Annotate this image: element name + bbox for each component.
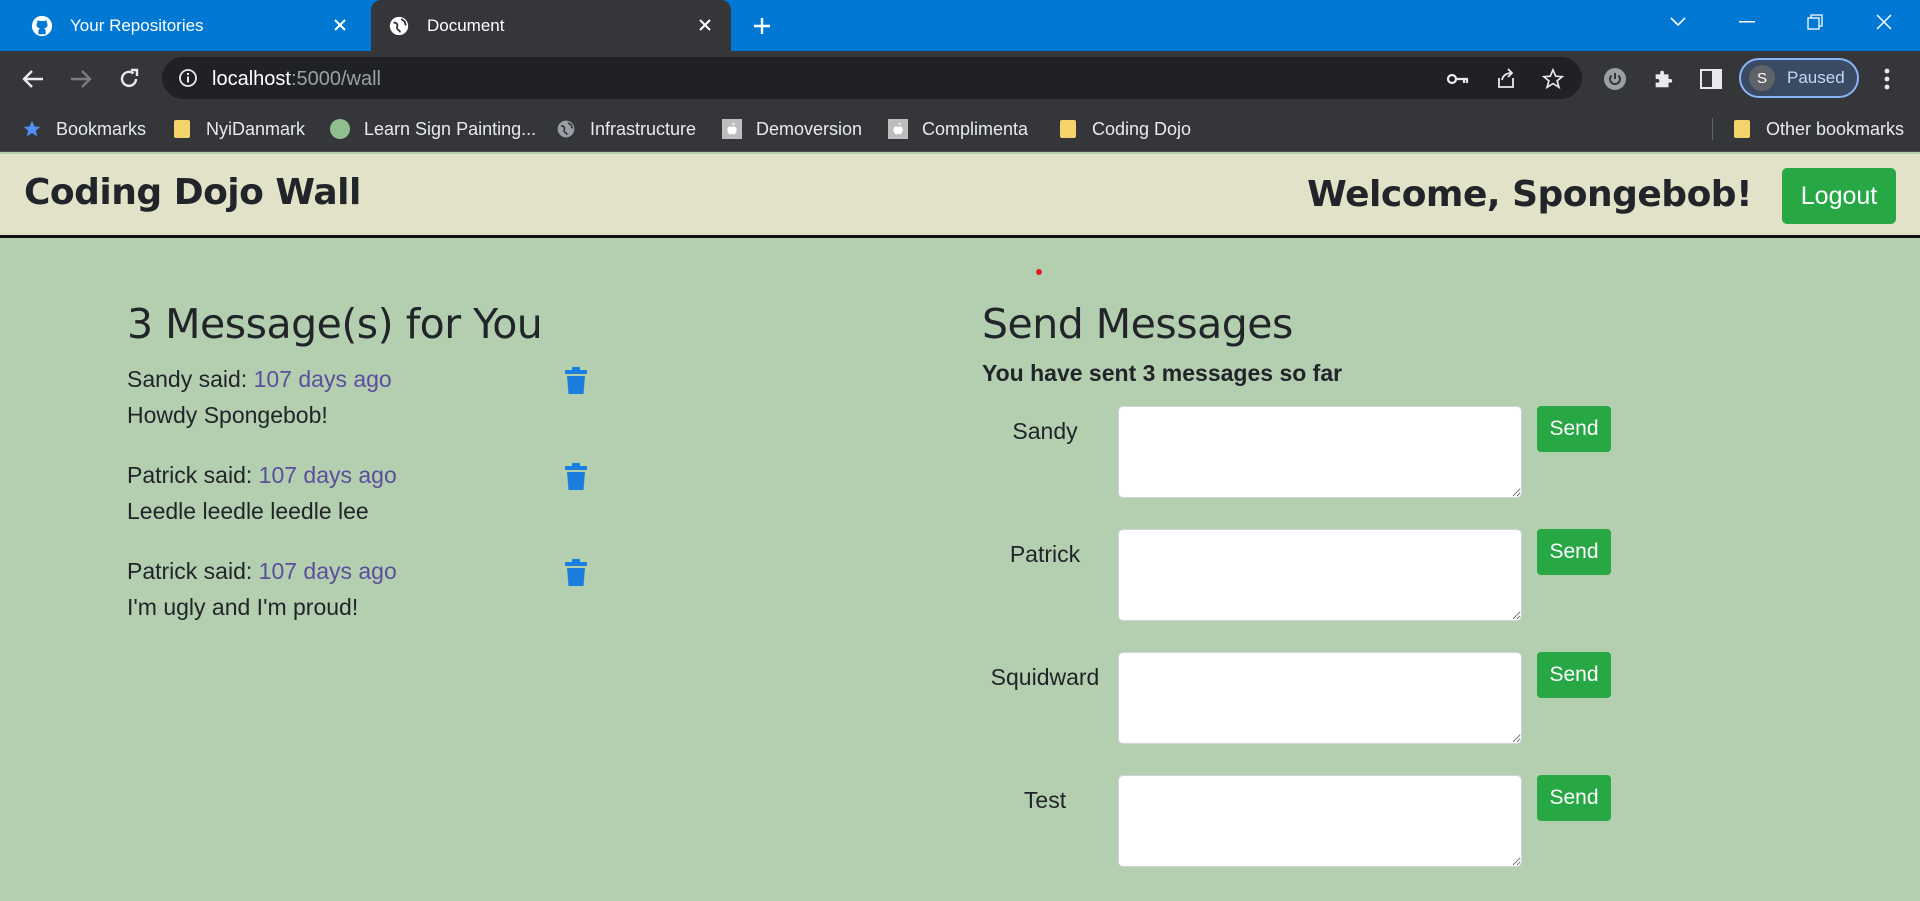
message-time: 107 days ago <box>258 558 397 584</box>
trash-icon[interactable] <box>560 364 592 398</box>
message-sender: Patrick said: <box>127 462 259 488</box>
message-item: Patrick said: 107 days ago Leedle leedle… <box>127 456 607 552</box>
message-item: Patrick said: 107 days ago I'm ugly and … <box>127 552 607 648</box>
close-window-icon[interactable] <box>1864 8 1904 36</box>
recipient-name: Squidward <box>990 664 1100 690</box>
kebab-menu-icon[interactable] <box>1872 64 1902 94</box>
url-text: localhost:5000/wall <box>212 68 381 90</box>
bookmark-demoversion[interactable]: Demoversion <box>722 114 862 144</box>
tab-title: Your Repositories <box>70 15 204 35</box>
message-textarea[interactable] <box>1118 406 1522 498</box>
back-arrow-icon[interactable] <box>18 64 48 94</box>
message-textarea[interactable] <box>1118 529 1522 621</box>
folder-icon <box>172 119 192 139</box>
browser-toolbar: localhost:5000/wall S Paused <box>0 51 1920 106</box>
bookmark-learn-sign-painting[interactable]: Learn Sign Painting... <box>330 114 536 144</box>
message-sender: Sandy said: <box>127 366 254 392</box>
message-time: 107 days ago <box>253 366 392 392</box>
tab-your-repositories[interactable]: Your Repositories <box>14 0 366 51</box>
puzzle-extensions-icon[interactable] <box>1648 64 1678 94</box>
message-text: I'm ugly and I'm proud! <box>127 594 359 620</box>
recipient-name: Sandy <box>1012 418 1078 444</box>
star-icon[interactable] <box>1540 66 1566 92</box>
app-header: Coding Dojo Wall Welcome, Spongebob! Log… <box>0 154 1920 238</box>
recipient-name: Test <box>1023 787 1067 813</box>
circle-icon <box>330 119 350 139</box>
reload-icon[interactable] <box>114 64 144 94</box>
apple-icon <box>722 119 742 139</box>
restore-icon[interactable] <box>1795 8 1835 36</box>
message-time: 107 days ago <box>258 462 397 488</box>
recipient-row: Test Send <box>982 775 1742 898</box>
message-textarea[interactable] <box>1118 652 1522 744</box>
new-tab-plus-icon[interactable] <box>748 12 776 40</box>
extension-power-icon[interactable] <box>1600 64 1630 94</box>
inbox-title: 3 Message(s) for You <box>127 300 543 348</box>
folder-icon <box>1732 119 1752 139</box>
recipient-row: Patrick Send <box>982 529 1742 652</box>
info-icon[interactable] <box>176 66 200 90</box>
cursor-dot <box>1036 269 1042 275</box>
bookmarks-separator <box>1712 118 1713 140</box>
bookmark-bookmarks[interactable]: Bookmarks <box>22 114 146 144</box>
tab-strip: Your Repositories Document <box>0 0 1920 51</box>
sent-count: You have sent 3 messages so far <box>982 360 1343 386</box>
profile-button[interactable]: S Paused <box>1739 58 1859 98</box>
page-title: Coding Dojo Wall <box>24 172 361 213</box>
folder-icon <box>1058 119 1078 139</box>
github-icon <box>30 14 54 38</box>
tab-title: Document <box>427 15 505 35</box>
close-icon[interactable] <box>328 13 352 37</box>
star-icon <box>22 119 42 139</box>
send-button[interactable]: Send <box>1537 529 1611 575</box>
close-icon[interactable] <box>693 13 717 37</box>
message-text: Leedle leedle leedle lee <box>127 498 369 524</box>
apple-icon <box>888 119 908 139</box>
globe-icon <box>387 14 411 38</box>
minimize-icon[interactable] <box>1727 8 1767 36</box>
share-icon[interactable] <box>1493 66 1519 92</box>
send-section: Send Messages You have sent 3 messages s… <box>982 300 1742 898</box>
send-button[interactable]: Send <box>1537 652 1611 698</box>
tab-document[interactable]: Document <box>371 0 731 51</box>
inbox-section: 3 Message(s) for You Sandy said: 107 day… <box>127 300 607 648</box>
key-icon[interactable] <box>1445 66 1471 92</box>
address-bar[interactable]: localhost:5000/wall <box>162 57 1582 99</box>
bookmark-coding-dojo[interactable]: Coding Dojo <box>1058 114 1191 144</box>
message-text: Howdy Spongebob! <box>127 402 328 428</box>
message-textarea[interactable] <box>1118 775 1522 867</box>
send-title: Send Messages <box>982 300 1293 348</box>
bookmark-complimenta[interactable]: Complimenta <box>888 114 1028 144</box>
side-panel-icon[interactable] <box>1696 64 1726 94</box>
recipient-row: Sandy Send <box>982 406 1742 529</box>
message-sender: Patrick said: <box>127 558 259 584</box>
profile-status: Paused <box>1787 68 1845 87</box>
send-button[interactable]: Send <box>1537 775 1611 821</box>
trash-icon[interactable] <box>560 460 592 494</box>
bookmark-infrastructure[interactable]: Infrastructure <box>556 114 696 144</box>
message-item: Sandy said: 107 days ago Howdy Spongebob… <box>127 360 607 456</box>
recipient-row: Squidward Send <box>982 652 1742 775</box>
bookmark-other-bookmarks[interactable]: Other bookmarks <box>1732 114 1904 144</box>
logout-button[interactable]: Logout <box>1782 168 1896 224</box>
bookmarks-bar: Bookmarks NyiDanmark Learn Sign Painting… <box>0 106 1920 152</box>
send-button[interactable]: Send <box>1537 406 1611 452</box>
recipient-name: Patrick <box>1009 541 1081 567</box>
tab-search-chevron-icon[interactable] <box>1658 8 1698 36</box>
welcome-text: Welcome, Spongebob! <box>1307 174 1752 215</box>
trash-icon[interactable] <box>560 556 592 590</box>
forward-arrow-icon[interactable] <box>66 64 96 94</box>
bookmark-nyidanmark[interactable]: NyiDanmark <box>172 114 305 144</box>
avatar: S <box>1749 65 1775 91</box>
globe-icon <box>556 119 576 139</box>
